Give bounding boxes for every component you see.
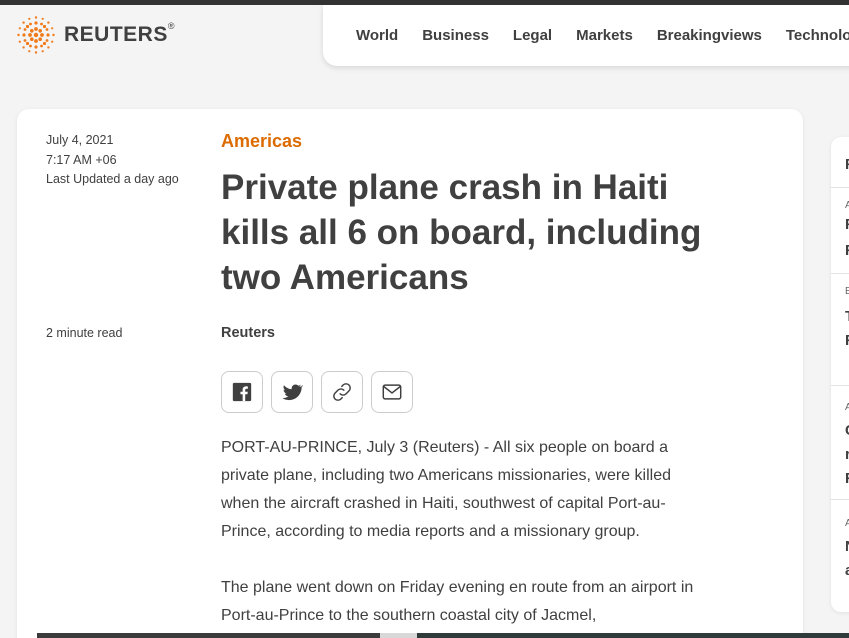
sidebar-story[interactable]: A N a — [831, 499, 849, 612]
story-title-line: F — [845, 332, 849, 349]
section-link[interactable]: Americas — [221, 131, 302, 152]
story-title-line: F — [845, 216, 849, 233]
article-card: July 4, 2021 7:17 AM +06 Last Updated a … — [17, 109, 803, 638]
link-icon — [333, 383, 351, 401]
related-sidebar: R A F F E T F A C r F A N a — [831, 137, 849, 612]
email-icon — [382, 384, 402, 400]
reuters-logo-mark-icon — [17, 16, 55, 54]
article-meta: July 4, 2021 7:17 AM +06 Last Updated a … — [46, 131, 179, 190]
nav-item-breakingviews[interactable]: Breakingviews — [657, 27, 762, 44]
story-title-line: T — [845, 308, 849, 325]
read-time: 2 minute read — [46, 326, 123, 340]
nav-item-business[interactable]: Business — [422, 27, 489, 44]
article-headline: Private plane crash in Haiti kills all 6… — [221, 168, 702, 297]
story-title-line: N — [845, 538, 849, 555]
sidebar-story[interactable]: A C r F — [831, 385, 849, 499]
share-facebook-button[interactable] — [221, 371, 263, 413]
story-title-line: C — [845, 422, 849, 439]
share-buttons — [221, 371, 421, 413]
article-paragraph: PORT-AU-PRINCE, July 3 (Reuters) - All s… — [221, 439, 671, 540]
scrollbar-thumb[interactable] — [37, 633, 380, 638]
facebook-icon — [232, 382, 252, 402]
scrollbar-track — [417, 633, 849, 638]
story-tag: A — [845, 518, 849, 529]
nav-item-legal[interactable]: Legal — [513, 27, 552, 44]
article-paragraph: The plane went down on Friday evening en… — [221, 579, 694, 624]
story-tag: E — [845, 286, 849, 297]
article-time: 7:17 AM +06 — [46, 152, 117, 167]
brand-name: REUTERS® — [64, 21, 175, 46]
story-tag: A — [845, 402, 849, 413]
story-title-line: r — [845, 446, 849, 463]
share-twitter-button[interactable] — [271, 371, 313, 413]
share-link-button[interactable] — [321, 371, 363, 413]
story-title-line: F — [845, 242, 849, 259]
article-byline[interactable]: Reuters — [221, 325, 275, 341]
twitter-icon — [282, 384, 303, 401]
article-updated: Last Updated a day ago — [46, 172, 179, 186]
reuters-logo[interactable]: REUTERS® — [16, 15, 175, 55]
story-title-line: a — [845, 562, 849, 579]
article-date: July 4, 2021 — [46, 133, 114, 147]
story-tag: A — [845, 200, 849, 211]
main-nav: World Business Legal Markets Breakingvie… — [323, 5, 849, 66]
nav-item-world[interactable]: World — [356, 27, 398, 44]
share-email-button[interactable] — [371, 371, 413, 413]
sidebar-heading: R — [845, 156, 849, 173]
sidebar-story[interactable]: E T F — [831, 273, 849, 385]
story-title-line: F — [845, 470, 849, 487]
nav-item-technology[interactable]: Technology — [786, 27, 849, 44]
article-body: PORT-AU-PRINCE, July 3 (Reuters) - All s… — [221, 434, 711, 638]
sidebar-story[interactable]: A F F — [831, 187, 849, 273]
horizontal-scrollbar[interactable] — [37, 633, 849, 638]
nav-item-markets[interactable]: Markets — [576, 27, 633, 44]
